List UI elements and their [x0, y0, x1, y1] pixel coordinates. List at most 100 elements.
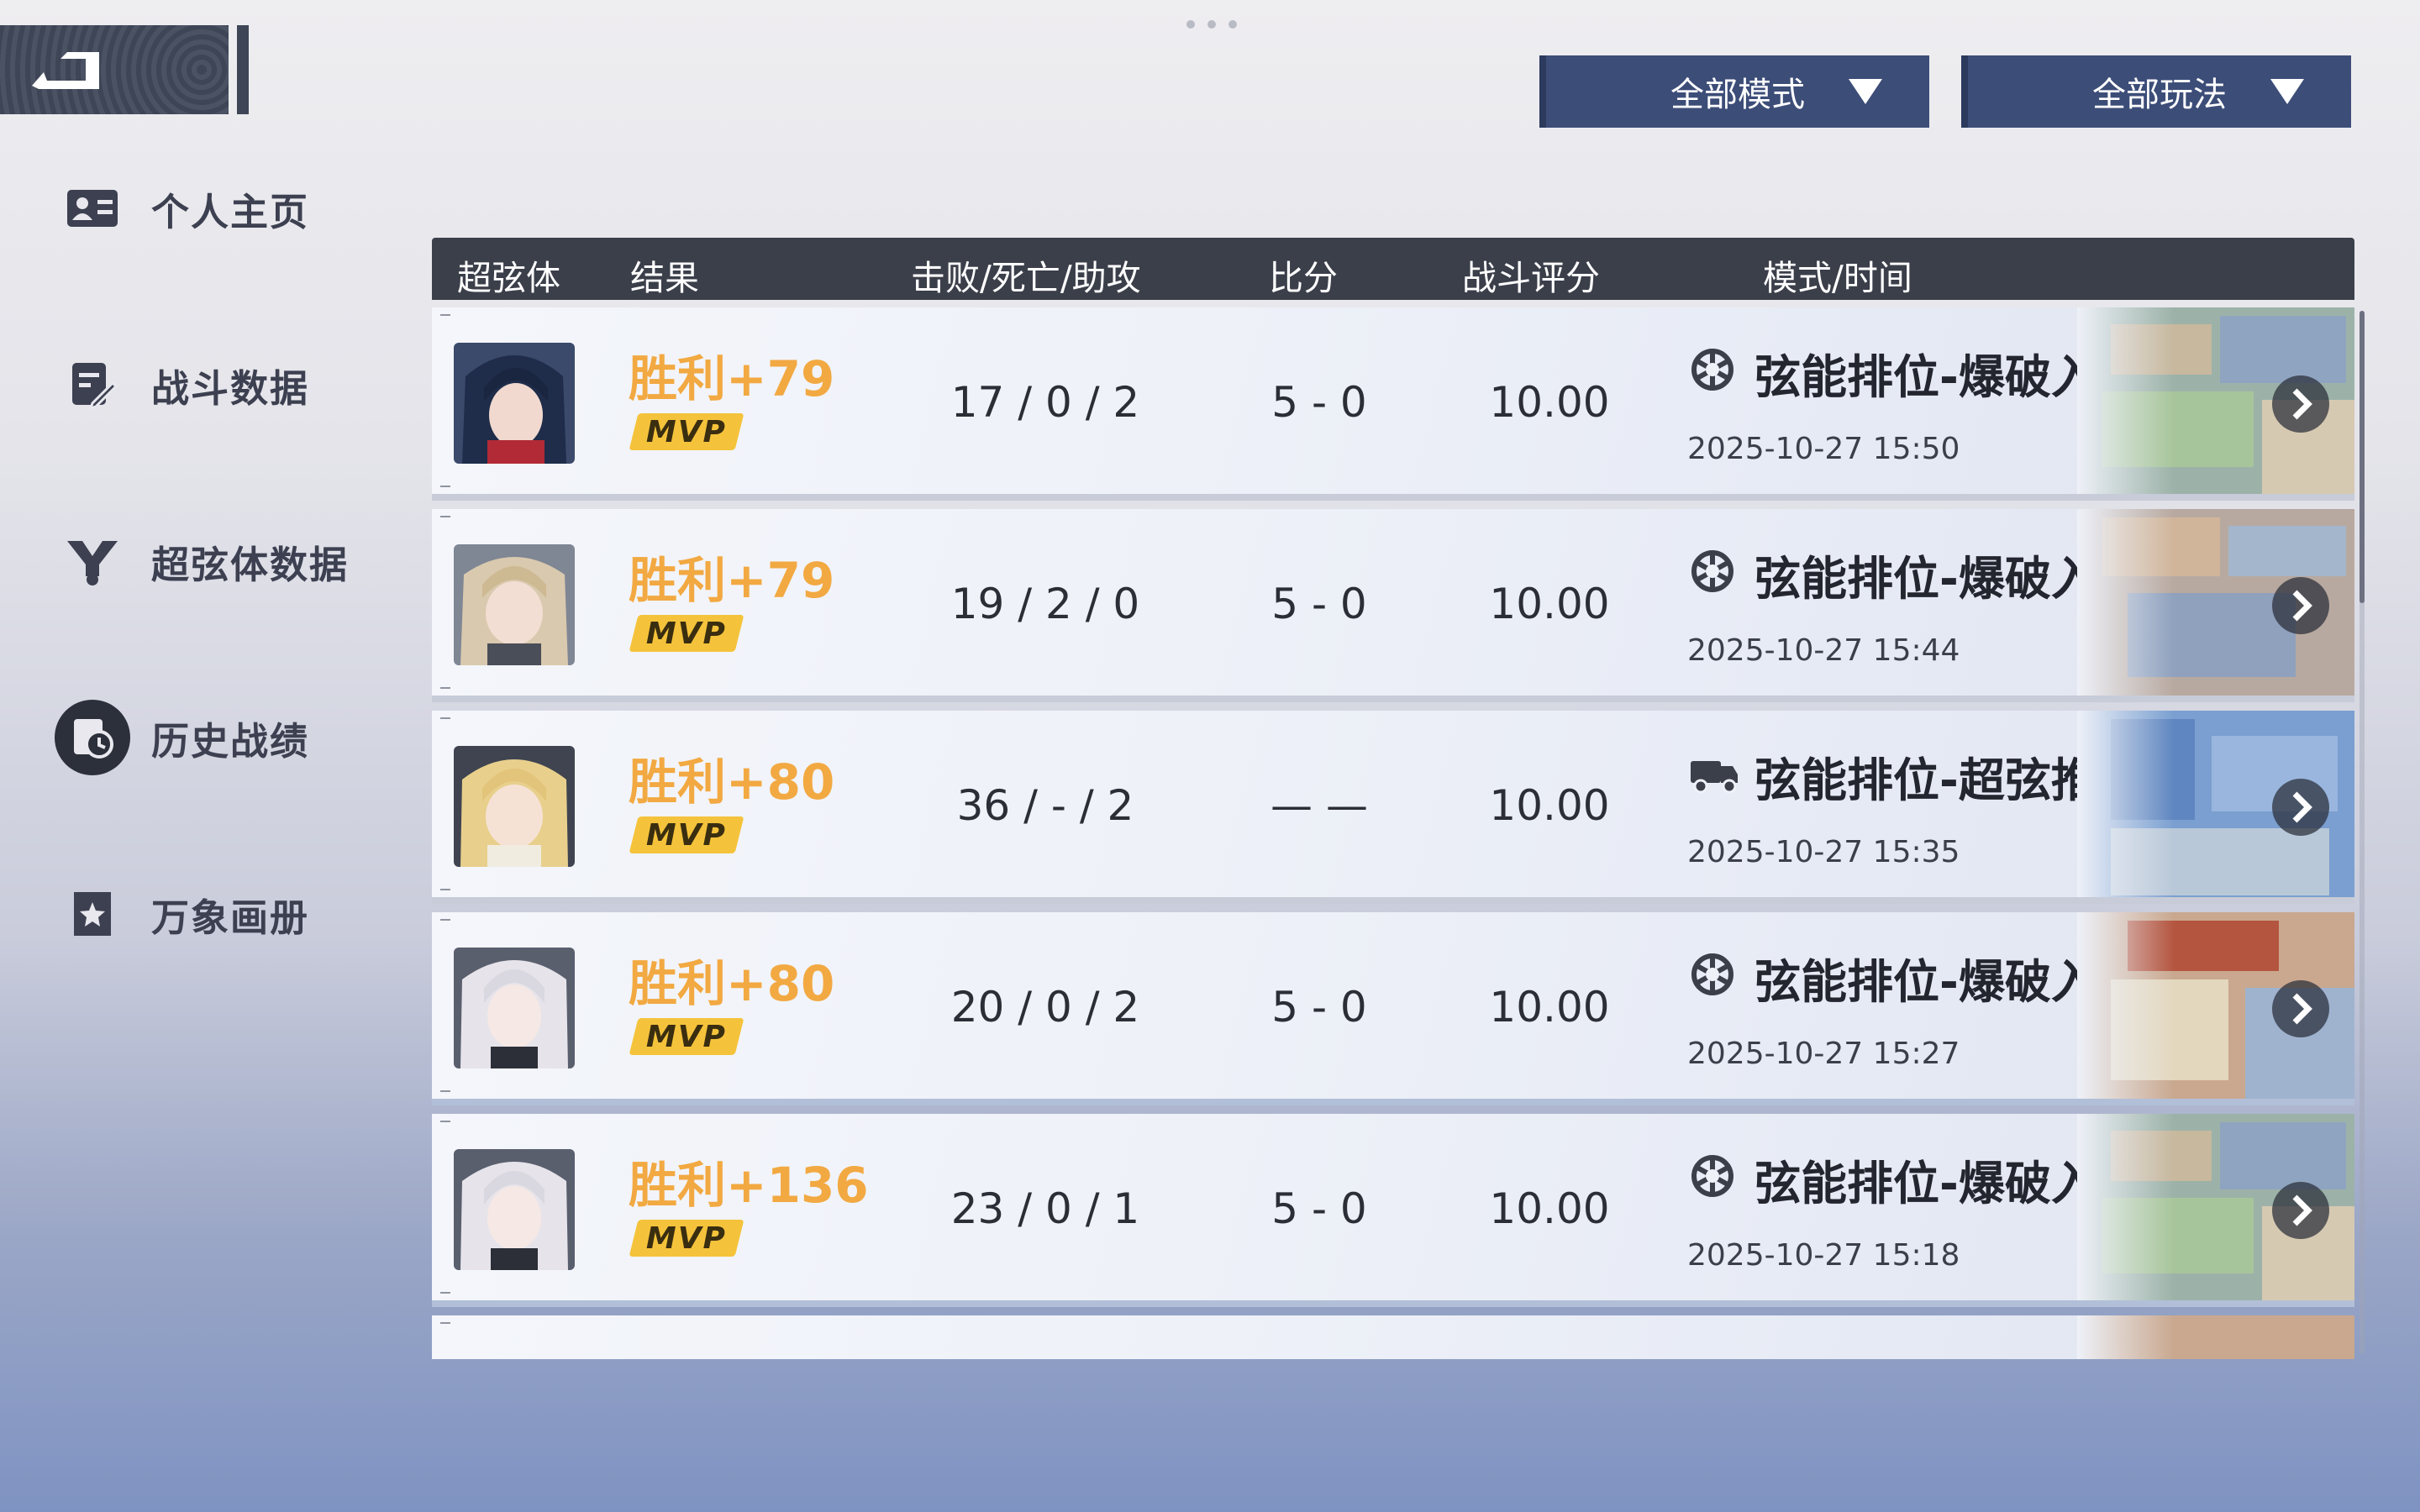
records-table-header: 超弦体 结果 击败/死亡/助攻 比分 战斗评分 模式/时间: [432, 238, 2354, 300]
record-row[interactable]: 胜利+79 MVP 17 / 0 / 2 5 - 0 10.00 弦能排位-爆破…: [432, 307, 2354, 501]
mvp-text: MVP: [645, 414, 728, 449]
result-label: 胜利+80: [629, 955, 835, 1012]
result-label: 胜利+80: [629, 753, 835, 811]
score-value: 5 - 0: [1271, 983, 1367, 1032]
chevron-right-icon[interactable]: [2272, 1182, 2329, 1239]
row-tick: [440, 1322, 450, 1324]
mvp-badge: MVP: [629, 1220, 744, 1257]
rating-value: 10.00: [1489, 781, 1610, 830]
rating-value: 10.00: [1489, 580, 1610, 628]
character-avatar: [454, 1149, 575, 1270]
sidebar-item-label: 超弦体数据: [151, 542, 350, 587]
header-result: 结果: [630, 258, 699, 298]
dropdown-arrow-icon: [2270, 79, 2304, 104]
kda-value: 20 / 0 / 2: [950, 983, 1140, 1032]
records-scrollbar[interactable]: [2360, 311, 2365, 1354]
records-list: 胜利+79 MVP 17 / 0 / 2 5 - 0 10.00 弦能排位-爆破…: [432, 307, 2354, 1359]
scrollbar-thumb[interactable]: [2360, 311, 2365, 603]
detonation-icon: [1691, 349, 1733, 391]
timestamp: 2025-10-27 15:18: [1687, 1238, 1960, 1273]
chevron-right-icon[interactable]: [2272, 577, 2329, 634]
record-row[interactable]: 胜利+79 MVP 19 / 2 / 0 5 - 0 10.00 弦能排位-爆破…: [432, 509, 2354, 702]
record-row[interactable]: 胜利+80 MVP 20 / 0 / 2 5 - 0 10.00 弦能排位-爆破…: [432, 912, 2354, 1105]
row-tick: [440, 919, 450, 921]
result-label: 胜利+79: [629, 350, 835, 407]
sidebar-item-album[interactable]: 万象画册: [50, 876, 309, 952]
kda-value: 19 / 2 / 0: [950, 580, 1140, 628]
header-mode-time: 模式/时间: [1763, 258, 1912, 298]
character-avatar: [454, 544, 575, 665]
chevron-right-icon[interactable]: [2272, 375, 2329, 433]
sidebar-item-history[interactable]: 历史战绩: [50, 700, 309, 775]
window-more-dots[interactable]: [1186, 20, 1237, 30]
sidebar-item-label: 战斗数据: [151, 365, 310, 411]
row-tick: [440, 1292, 450, 1294]
score-value: — —: [1270, 781, 1368, 830]
star-album-icon: [50, 876, 134, 952]
character-avatar: [454, 746, 575, 867]
back-button-bar: [237, 25, 249, 114]
row-tick: [440, 889, 450, 890]
dropdown-arrow-icon: [1849, 79, 1882, 104]
mvp-text: MVP: [645, 817, 728, 853]
timestamp: 2025-10-27 15:44: [1687, 633, 1960, 668]
mvp-text: MVP: [645, 616, 728, 651]
result-label: 胜利+136: [629, 1157, 869, 1214]
mvp-text: MVP: [645, 1019, 728, 1054]
mvp-badge: MVP: [629, 615, 744, 652]
row-tick: [440, 486, 450, 487]
header-character: 超弦体: [457, 258, 560, 298]
detonation-icon: [1691, 1155, 1733, 1197]
row-tick: [440, 516, 450, 517]
mvp-badge: MVP: [629, 413, 744, 450]
mode-filter-dropdown[interactable]: 全部模式: [1539, 55, 1929, 128]
mvp-badge: MVP: [629, 1018, 744, 1055]
sidebar-item-character-data[interactable]: 超弦体数据: [50, 523, 349, 599]
kda-value: 23 / 0 / 1: [950, 1184, 1140, 1233]
result-label: 胜利+79: [629, 552, 835, 609]
id-card-icon: [50, 171, 134, 246]
detonation-icon: [1691, 550, 1733, 592]
record-row-partial[interactable]: [432, 1315, 2354, 1359]
chevron-right-icon[interactable]: [2272, 980, 2329, 1037]
kda-value: 17 / 0 / 2: [950, 378, 1140, 427]
header-score: 比分: [1269, 258, 1338, 298]
sidebar-item-battle-data[interactable]: 战斗数据: [50, 347, 309, 423]
row-tick: [440, 1090, 450, 1092]
map-thumbnail: [2077, 1315, 2354, 1359]
character-avatar: [454, 948, 575, 1068]
rating-value: 10.00: [1489, 983, 1610, 1032]
edit-document-icon: [50, 347, 134, 423]
score-value: 5 - 0: [1271, 580, 1367, 628]
record-row[interactable]: 胜利+80 MVP 36 / - / 2 — — 10.00 弦能排位-超弦推进…: [432, 711, 2354, 904]
sidebar-item-label: 个人主页: [151, 189, 310, 234]
back-button[interactable]: [0, 25, 249, 114]
y-emblem-icon: [50, 523, 134, 599]
record-row[interactable]: 胜利+136 MVP 23 / 0 / 1 5 - 0 10.00 弦能排位-爆…: [432, 1114, 2354, 1307]
sidebar-item-label: 历史战绩: [151, 718, 310, 764]
kda-value: 36 / - / 2: [956, 781, 1134, 830]
chevron-right-icon[interactable]: [2272, 779, 2329, 836]
mode-filter-label: 全部模式: [1670, 76, 1805, 114]
mvp-text: MVP: [645, 1221, 728, 1256]
score-value: 5 - 0: [1271, 378, 1367, 427]
detonation-icon: [1691, 953, 1733, 995]
character-avatar: [454, 343, 575, 464]
timestamp: 2025-10-27 15:27: [1687, 1037, 1960, 1071]
sidebar-item-label: 万象画册: [151, 895, 310, 940]
row-tick: [440, 1121, 450, 1122]
truck-icon: [1691, 761, 1738, 794]
header-kda: 击败/死亡/助攻: [911, 258, 1141, 298]
timestamp: 2025-10-27 15:50: [1687, 432, 1960, 466]
timestamp: 2025-10-27 15:35: [1687, 835, 1960, 869]
row-tick: [440, 687, 450, 689]
sidebar-item-profile[interactable]: 个人主页: [50, 171, 309, 246]
back-arrow-icon: [32, 52, 99, 89]
play-filter-label: 全部玩法: [2092, 76, 2227, 114]
play-filter-dropdown[interactable]: 全部玩法: [1961, 55, 2351, 128]
rating-value: 10.00: [1489, 378, 1610, 427]
header-rating: 战斗评分: [1462, 258, 1600, 298]
row-tick: [440, 314, 450, 316]
score-value: 5 - 0: [1271, 1184, 1367, 1233]
history-clock-icon: [50, 700, 134, 775]
